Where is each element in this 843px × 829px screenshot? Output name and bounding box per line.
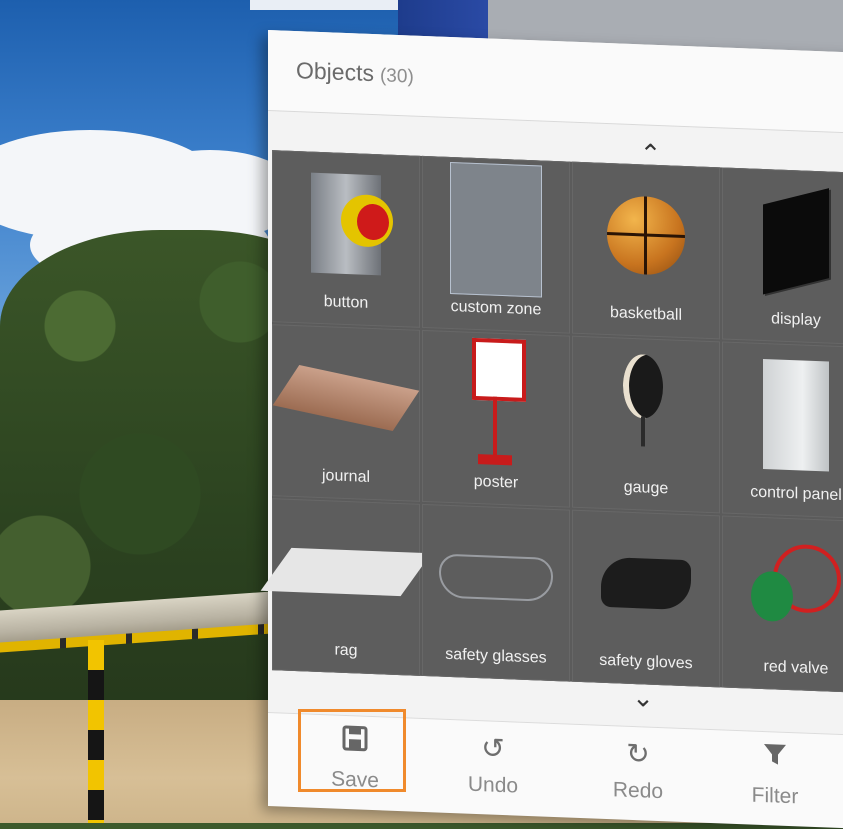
object-tile-red-valve[interactable]: red valve: [722, 515, 843, 694]
object-label: red valve: [763, 658, 829, 678]
object-tile-basketball[interactable]: basketball: [572, 161, 720, 340]
control-panel-icon: [723, 352, 843, 478]
safety-glasses-icon: [423, 515, 569, 641]
object-tile-control-panel[interactable]: control panel: [722, 341, 843, 520]
redo-label: Redo: [612, 778, 664, 804]
basketball-icon: [573, 173, 719, 299]
striped-post: [88, 640, 104, 823]
poster-icon: [423, 337, 569, 467]
object-tile-display[interactable]: display: [722, 167, 843, 346]
object-tile-button[interactable]: button: [272, 150, 420, 328]
chevron-down-icon: ⌄: [632, 681, 654, 713]
object-label: rag: [334, 641, 358, 660]
journal-icon: [272, 335, 420, 461]
object-label: button: [323, 293, 369, 312]
object-label: custom zone: [450, 298, 542, 319]
object-grid: button custom zone basketball display jo…: [260, 150, 843, 694]
redo-icon: ↻: [626, 737, 650, 770]
object-label: display: [771, 310, 821, 330]
object-tile-gauge[interactable]: gauge: [572, 335, 720, 514]
object-tile-journal[interactable]: journal: [272, 324, 420, 502]
display-icon: [723, 178, 843, 304]
object-label: basketball: [609, 304, 683, 324]
rag-icon: [260, 509, 432, 635]
cloud: [250, 0, 400, 10]
emergency-button-icon: [273, 161, 419, 287]
filter-button[interactable]: Filter: [720, 738, 830, 822]
object-label: safety glasses: [445, 645, 547, 667]
safety-gloves-icon: [573, 521, 719, 647]
object-tile-safety-gloves[interactable]: safety gloves: [572, 509, 720, 688]
object-label: gauge: [623, 478, 669, 498]
object-tile-rag[interactable]: rag: [260, 498, 432, 676]
object-label: safety gloves: [599, 651, 693, 673]
object-label: journal: [321, 467, 371, 486]
object-label: poster: [473, 472, 519, 492]
object-label: control panel: [750, 483, 842, 505]
object-tile-safety-glasses[interactable]: safety glasses: [422, 503, 570, 682]
object-tile-poster[interactable]: poster: [422, 329, 570, 508]
undo-label: Undo: [467, 772, 519, 798]
undo-icon: ↺: [481, 732, 505, 765]
gauge-icon: [573, 347, 719, 473]
redo-button[interactable]: ↻ Redo: [583, 733, 693, 817]
filter-label: Filter: [751, 783, 799, 809]
panel-title-text: Objects: [296, 57, 374, 87]
object-count: (30): [379, 65, 414, 88]
save-highlight-box: [298, 709, 406, 792]
red-valve-icon: [723, 526, 843, 652]
panel-title: Objects (30): [296, 57, 414, 89]
object-tile-custom-zone[interactable]: custom zone: [422, 155, 570, 334]
custom-zone-icon: [423, 161, 569, 298]
filter-icon: [720, 738, 830, 780]
undo-button[interactable]: ↺ Undo: [438, 728, 548, 812]
